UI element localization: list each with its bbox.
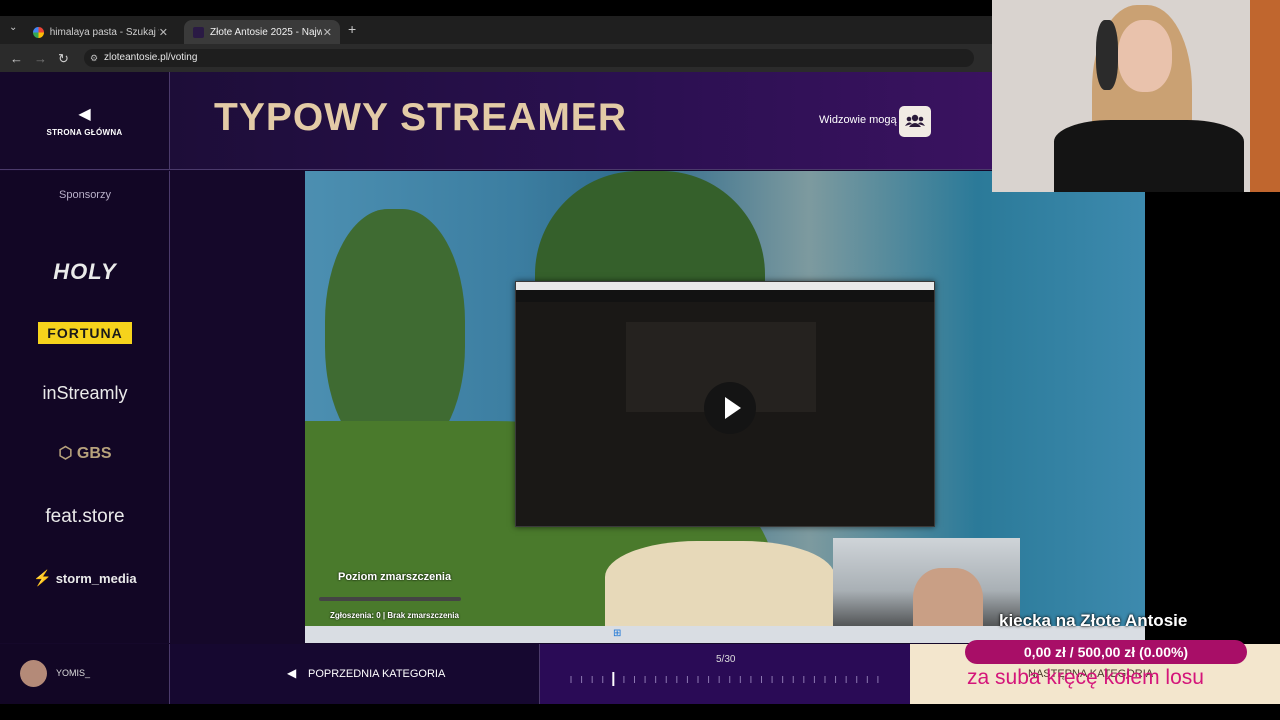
sponsor-gbs-logo[interactable]: ⬡ GBS	[0, 443, 170, 463]
sponsor-fortuna-logo[interactable]: FORTUNA	[0, 322, 170, 344]
sponsor-holy-logo[interactable]: HOLY	[0, 259, 170, 285]
avatar	[20, 660, 47, 687]
previous-category-button[interactable]: ◀ POPRZEDNIA KATEGORIA	[170, 644, 540, 704]
new-tab-button[interactable]: +	[348, 21, 356, 37]
back-icon[interactable]: ←	[10, 51, 23, 66]
wrinkle-level-title: Poziom zmarszczenia	[338, 571, 452, 583]
goal-title: kiecka na Złote Antosie	[999, 611, 1188, 630]
shirt	[1054, 120, 1244, 192]
wrinkle-level-bar	[319, 597, 461, 601]
streamer-webcam	[992, 0, 1280, 192]
viewers-button[interactable]	[899, 106, 931, 137]
wrinkle-level-status: Zgłoszenia: 0 | Brak zmarszczenia	[330, 611, 459, 620]
sponsors-sidebar: Sponsorzy HOLY FORTUNA inStreamly ⬡ GBS …	[0, 171, 170, 643]
home-button[interactable]: ◀ STRONA GŁÓWNA	[0, 72, 170, 170]
tab-label: Złote Antosie 2025 - Największ	[210, 26, 322, 38]
sponsor-instreamly-logo[interactable]: inStreamly	[0, 383, 170, 404]
goal-progress-bar: 0,00 zł / 500,00 zł (0.00%)	[965, 640, 1247, 664]
tab-zloteantosie[interactable]: Złote Antosie 2025 - Największ ✕	[184, 20, 340, 44]
play-button[interactable]	[704, 382, 756, 434]
cs2-window[interactable]	[515, 281, 935, 527]
tab-strip: ⌄ himalaya pasta - Szukaj w Goog ✕ Złote…	[0, 16, 992, 44]
category-header: TYPOWY STREAMER Widzowie mogą	[170, 72, 992, 170]
home-label: STRONA GŁÓWNA	[46, 128, 123, 137]
tab-label: himalaya pasta - Szukaj w Goog	[49, 26, 159, 38]
users-icon	[905, 114, 925, 127]
face	[1118, 20, 1172, 92]
windows-icon: ⊞	[613, 628, 622, 639]
viewers-label: Widzowie mogą	[819, 114, 897, 126]
close-tab-icon[interactable]: ✕	[323, 26, 332, 39]
tab-google[interactable]: himalaya pasta - Szukaj w Goog ✕	[24, 20, 176, 44]
storm-icon: ⚡	[33, 570, 53, 587]
video-player[interactable]: Poziom zmarszczenia Zgłoszenia: 0 | Brak…	[305, 171, 1145, 643]
progress-ticks	[570, 672, 879, 686]
cs2-menu	[516, 290, 934, 302]
arrow-left-icon: ◀	[287, 666, 297, 680]
url-field[interactable]: ⚙ zloteantosie.pl/voting	[84, 49, 974, 67]
sponsor-fortuna-label: FORTUNA	[38, 322, 132, 344]
reload-icon[interactable]: ↻	[58, 51, 69, 67]
sponsor-stormmedia-logo[interactable]: ⚡ storm_media	[0, 569, 170, 587]
gbs-hex-icon: ⬡	[58, 445, 77, 462]
sponsors-title: Sponsorzy	[59, 189, 111, 201]
user-panel[interactable]: YOMIS_	[0, 644, 170, 704]
forward-icon[interactable]: →	[34, 51, 47, 66]
headset	[1096, 20, 1118, 90]
sponsor-stormmedia-label: storm_media	[55, 571, 137, 586]
shelf	[1250, 0, 1280, 192]
page-title: TYPOWY STREAMER	[214, 96, 627, 139]
right-letterbox	[1145, 192, 1280, 644]
username: YOMIS_	[56, 668, 91, 678]
google-icon	[33, 26, 44, 38]
beach	[605, 541, 835, 631]
tab-list-chevron-icon[interactable]: ⌄	[9, 22, 17, 33]
sponsor-featstore-logo[interactable]: feat.store	[0, 506, 170, 528]
url-text: zloteantosie.pl/voting	[104, 52, 198, 63]
previous-category-label: POPRZEDNIA KATEGORIA	[308, 668, 446, 680]
close-tab-icon[interactable]: ✕	[159, 26, 168, 39]
progress-panel: 5/30	[540, 644, 910, 704]
arrow-left-icon: ◀	[78, 106, 91, 123]
category-counter: 5/30	[716, 654, 736, 665]
sponsor-gbs-label: GBS	[76, 445, 112, 462]
bottom-strip	[0, 704, 1280, 720]
cs2-titlebar	[516, 282, 934, 290]
site-icon	[193, 26, 204, 38]
address-bar: ← → ↻ ⚙ zloteantosie.pl/voting	[0, 44, 992, 72]
stream-note: za suba kręcę kołem losu	[967, 666, 1204, 689]
site-info-icon[interactable]: ⚙	[90, 49, 98, 67]
